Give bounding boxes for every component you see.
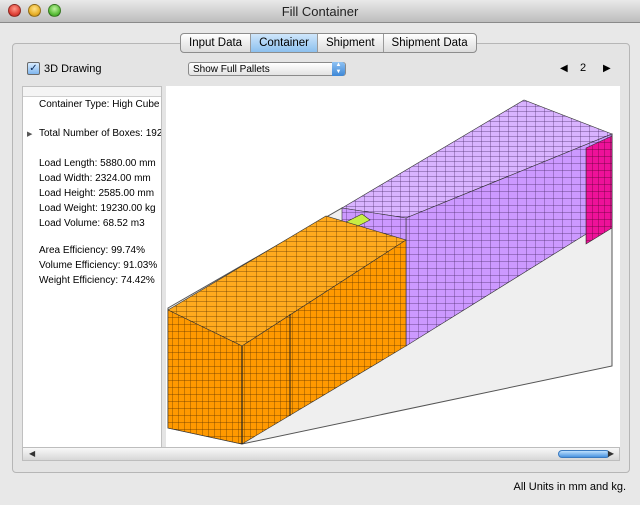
drawing-toggle[interactable]: ✓ 3D Drawing bbox=[27, 62, 101, 75]
tab-shipment-data[interactable]: Shipment Data bbox=[384, 34, 476, 52]
volume-efficiency: Volume Efficiency: 91.03% bbox=[39, 260, 158, 271]
load-length: Load Length: 5880.00 mm bbox=[39, 158, 156, 169]
view-select[interactable]: Show Full Pallets ▲ ▼ bbox=[188, 62, 346, 76]
scroll-thumb[interactable] bbox=[558, 450, 610, 458]
drawing-label: 3D Drawing bbox=[44, 62, 102, 75]
units-note: All Units in mm and kg. bbox=[513, 481, 626, 493]
title-bar: Fill Container bbox=[0, 0, 640, 23]
tab-container[interactable]: Container bbox=[251, 34, 318, 52]
scroll-right-icon[interactable]: ▶ bbox=[608, 449, 614, 458]
load-height: Load Height: 2585.00 mm bbox=[39, 188, 155, 199]
horizontal-scrollbar[interactable]: ◀ ▶ bbox=[22, 447, 620, 461]
page-number: 2 bbox=[580, 62, 587, 74]
triangle-right-icon[interactable]: ▶ bbox=[603, 63, 611, 74]
scroll-left-icon[interactable]: ◀ bbox=[29, 449, 35, 458]
container-3d-svg bbox=[167, 99, 613, 445]
weight-efficiency: Weight Efficiency: 74.42% bbox=[39, 275, 155, 286]
magenta-boxes bbox=[585, 135, 613, 245]
area-efficiency: Area Efficiency: 99.74% bbox=[39, 245, 145, 256]
load-volume: Load Volume: 68.52 m3 bbox=[39, 218, 145, 229]
info-panel: Container Type: High Cube 40' ▶ Total Nu… bbox=[22, 86, 162, 448]
load-weight: Load Weight: 19230.00 kg bbox=[39, 203, 156, 214]
tab-shipment[interactable]: Shipment bbox=[318, 34, 384, 52]
tab-input-data[interactable]: Input Data bbox=[181, 34, 252, 52]
container-type: Container Type: High Cube 40' bbox=[39, 99, 162, 110]
drawing-checkbox[interactable]: ✓ bbox=[27, 62, 40, 75]
view-select-value: Show Full Pallets bbox=[193, 64, 270, 75]
window-title: Fill Container bbox=[281, 4, 359, 19]
updown-arrows-icon: ▲ ▼ bbox=[332, 62, 345, 76]
total-boxes: Total Number of Boxes: 1923 bbox=[39, 128, 162, 139]
load-width: Load Width: 2324.00 mm bbox=[39, 173, 151, 184]
info-header bbox=[23, 87, 161, 97]
tab-bar: Input Data Container Shipment Shipment D… bbox=[180, 33, 477, 53]
container-drawing[interactable] bbox=[166, 86, 620, 448]
triangle-left-icon[interactable]: ◀ bbox=[560, 63, 568, 74]
disclosure-triangle-icon[interactable]: ▶ bbox=[27, 130, 32, 138]
